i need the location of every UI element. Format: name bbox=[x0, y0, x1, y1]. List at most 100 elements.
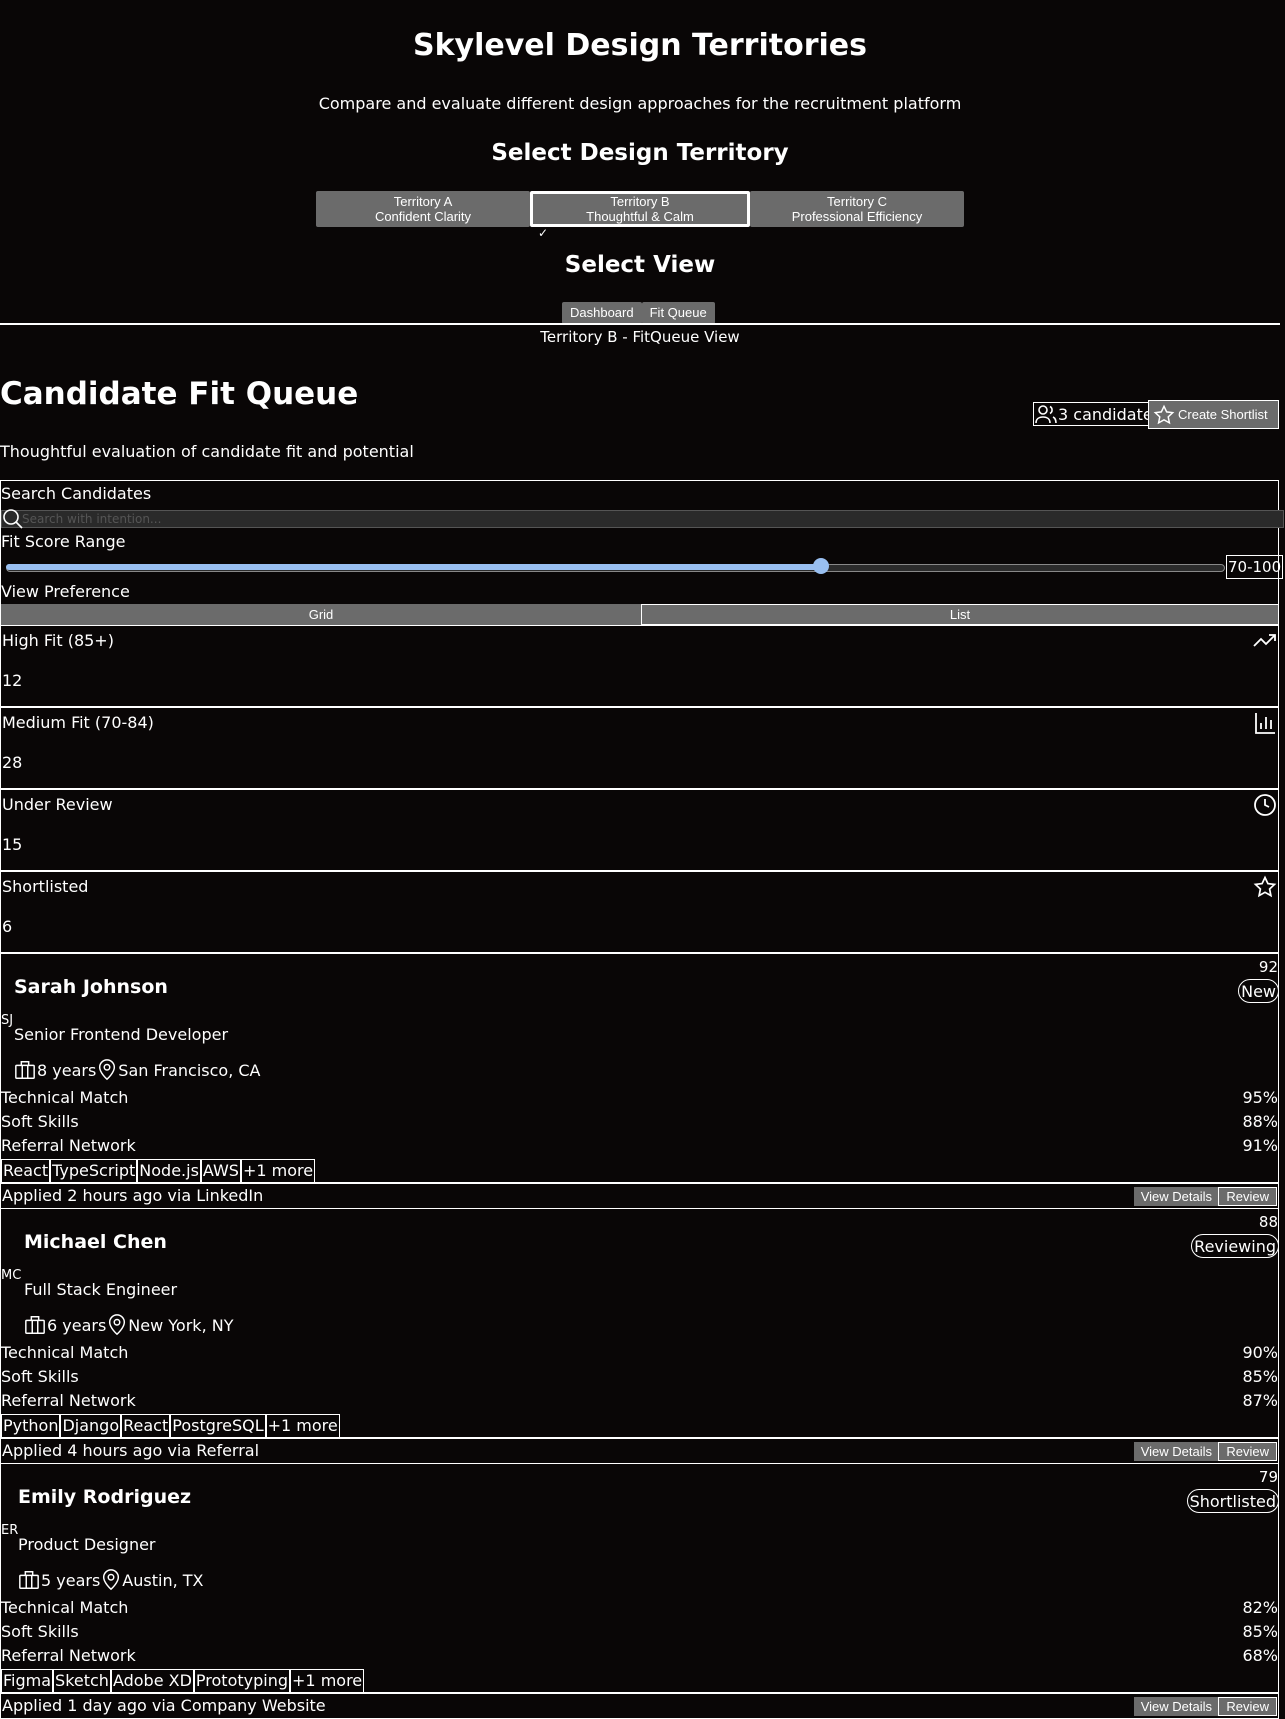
skill-tag: AWS bbox=[200, 1159, 241, 1183]
stat-under-review: Under Review 15 bbox=[0, 789, 1279, 871]
status-badge: Shortlisted bbox=[1186, 1489, 1279, 1513]
territory-b-button[interactable]: Territory B Thoughtful & Calm bbox=[530, 191, 750, 227]
candidate-location: San Francisco, CA bbox=[118, 1060, 261, 1080]
territory-heading: Select Design Territory bbox=[491, 140, 789, 166]
candidate-role: Full Stack Engineer bbox=[24, 1280, 178, 1299]
territory-b-desc: Thoughtful & Calm bbox=[586, 209, 694, 224]
skill-tag: React bbox=[1, 1159, 51, 1183]
search-icon bbox=[2, 508, 24, 530]
metric-row: Technical Match 95% bbox=[1, 1088, 1278, 1107]
candidate-role: Product Designer bbox=[18, 1535, 156, 1554]
status-badge: New bbox=[1238, 979, 1279, 1003]
review-button[interactable]: Review bbox=[1218, 1442, 1277, 1461]
candidate-name[interactable]: Michael Chen bbox=[24, 1231, 167, 1253]
experience-years: 8 years bbox=[37, 1060, 97, 1080]
stat-shortlisted: Shortlisted 6 bbox=[0, 871, 1279, 953]
territory-a-button[interactable]: Territory A Confident Clarity bbox=[316, 191, 530, 227]
stat-label: Shortlisted bbox=[2, 877, 89, 896]
tab-fit-queue[interactable]: Fit Queue bbox=[641, 302, 715, 324]
experience-years: 6 years bbox=[47, 1315, 107, 1335]
location-pin-icon bbox=[107, 1314, 127, 1336]
metric-row: Referral Network 68% bbox=[1, 1646, 1278, 1665]
territory-c-button[interactable]: Territory C Professional Efficiency bbox=[750, 191, 964, 227]
stat-value: 28 bbox=[2, 753, 23, 772]
metric-label: Technical Match bbox=[1, 1088, 129, 1107]
metric-label: Referral Network bbox=[1, 1136, 136, 1155]
page-heading: Skylevel Design Territories bbox=[413, 28, 867, 63]
view-details-button[interactable]: View Details bbox=[1133, 1442, 1219, 1461]
metric-value: 95% bbox=[1242, 1088, 1278, 1107]
stat-label: High Fit (85+) bbox=[2, 631, 114, 650]
metric-value: 85% bbox=[1242, 1367, 1278, 1386]
candidate-location: Austin, TX bbox=[122, 1570, 204, 1590]
skill-tag: +1 more bbox=[290, 1669, 365, 1693]
territory-c-name: Territory C bbox=[827, 194, 887, 209]
metric-value: 85% bbox=[1242, 1622, 1278, 1641]
avatar: SJ bbox=[1, 1013, 14, 1028]
skill-tag: Python bbox=[1, 1414, 61, 1438]
trending-up-icon bbox=[1253, 629, 1277, 651]
fit-score-slider-fill bbox=[6, 564, 822, 570]
card-footer: Applied 4 hours ago via Referral View De… bbox=[0, 1438, 1279, 1464]
view-details-button[interactable]: View Details bbox=[1133, 1697, 1219, 1716]
view-details-button[interactable]: View Details bbox=[1133, 1187, 1219, 1206]
fit-score: 88 bbox=[1258, 1213, 1278, 1231]
metric-row: Referral Network 87% bbox=[1, 1391, 1278, 1410]
review-button[interactable]: Review bbox=[1218, 1187, 1277, 1206]
create-shortlist-label: Create Shortlist bbox=[1178, 407, 1268, 422]
metric-row: Technical Match 90% bbox=[1, 1343, 1278, 1362]
fit-queue-description: Thoughtful evaluation of candidate fit a… bbox=[0, 442, 414, 461]
view-caption: Territory B - FitQueue View bbox=[540, 328, 740, 346]
candidate-name[interactable]: Sarah Johnson bbox=[14, 976, 168, 998]
skill-tag: Prototyping bbox=[193, 1669, 291, 1693]
briefcase-icon bbox=[24, 1314, 46, 1336]
skill-tag: Node.js bbox=[137, 1159, 201, 1183]
skill-tag: PostgreSQL bbox=[170, 1414, 266, 1438]
candidate-name[interactable]: Emily Rodriguez bbox=[18, 1486, 191, 1508]
review-button[interactable]: Review bbox=[1218, 1697, 1277, 1716]
metric-row: Soft Skills 88% bbox=[1, 1112, 1278, 1131]
stat-label: Under Review bbox=[2, 795, 113, 814]
stat-label: Medium Fit (70-84) bbox=[2, 713, 154, 732]
candidate-role: Senior Frontend Developer bbox=[14, 1025, 229, 1044]
view-heading: Select View bbox=[564, 252, 716, 278]
view-list-button[interactable]: List bbox=[641, 604, 1279, 625]
candidate-location: New York, NY bbox=[128, 1315, 234, 1335]
stat-value: 12 bbox=[2, 671, 23, 690]
skill-tag: Django bbox=[60, 1414, 122, 1438]
create-shortlist-button[interactable]: Create Shortlist bbox=[1148, 400, 1279, 429]
skill-tag: +1 more bbox=[240, 1159, 316, 1183]
metric-row: Soft Skills 85% bbox=[1, 1622, 1278, 1641]
skill-tags: Python Django React PostgreSQL +1 more bbox=[1, 1414, 340, 1438]
metric-label: Soft Skills bbox=[1, 1112, 79, 1131]
applied-info: Applied 4 hours ago via Referral bbox=[2, 1441, 260, 1460]
search-input[interactable] bbox=[1, 510, 1284, 528]
status-badge: Reviewing bbox=[1191, 1234, 1279, 1258]
divider bbox=[0, 323, 1280, 325]
metric-row: Soft Skills 85% bbox=[1, 1367, 1278, 1386]
skill-tag: Sketch bbox=[53, 1669, 111, 1693]
skill-tags: React TypeScript Node.js AWS +1 more bbox=[1, 1159, 316, 1183]
fit-score-range-value: 70-100 bbox=[1226, 555, 1284, 579]
applied-info: Applied 2 hours ago via LinkedIn bbox=[2, 1186, 264, 1205]
clock-icon bbox=[1253, 793, 1277, 817]
search-label: Search Candidates bbox=[1, 484, 152, 503]
avatar: MC bbox=[1, 1268, 22, 1283]
skill-tag: TypeScript bbox=[50, 1159, 138, 1183]
tab-dashboard[interactable]: Dashboard bbox=[562, 302, 642, 324]
metric-value: 82% bbox=[1242, 1598, 1278, 1617]
stat-value: 15 bbox=[2, 835, 23, 854]
briefcase-icon bbox=[14, 1059, 36, 1081]
stat-medium-fit: Medium Fit (70-84) 28 bbox=[0, 707, 1279, 789]
stat-high-fit: High Fit (85+) 12 bbox=[0, 625, 1279, 707]
territory-c-desc: Professional Efficiency bbox=[791, 209, 923, 224]
active-check-icon: ✓ bbox=[538, 226, 549, 240]
metric-value: 90% bbox=[1242, 1343, 1278, 1362]
fit-score: 79 bbox=[1258, 1468, 1278, 1486]
metric-value: 91% bbox=[1242, 1136, 1278, 1155]
metric-label: Soft Skills bbox=[1, 1367, 79, 1386]
card-footer: Applied 1 day ago via Company Website Vi… bbox=[0, 1693, 1279, 1719]
metric-label: Technical Match bbox=[1, 1343, 129, 1362]
view-grid-button[interactable]: Grid bbox=[1, 604, 641, 625]
territory-b-name: Territory B bbox=[610, 194, 670, 209]
